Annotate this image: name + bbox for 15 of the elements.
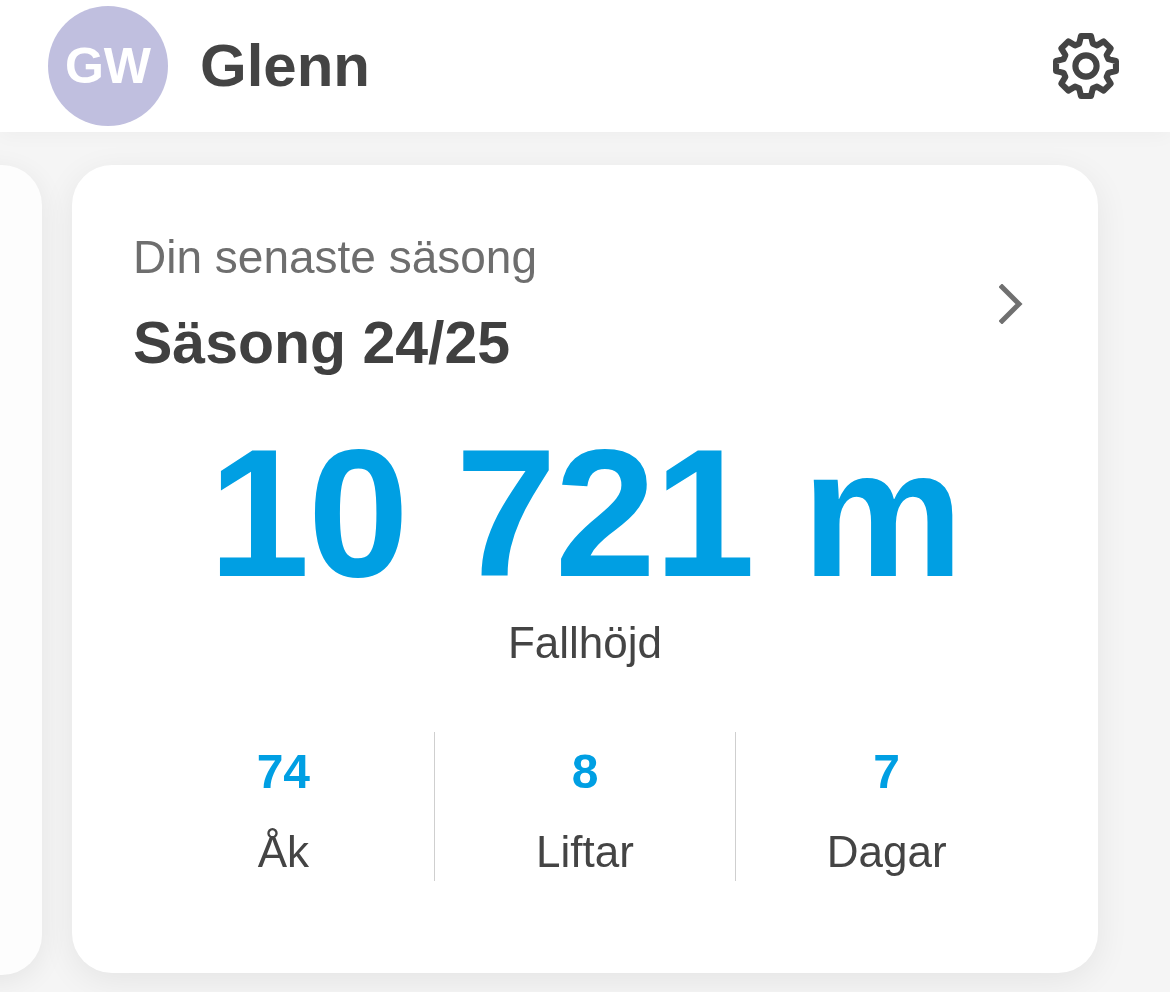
user-avatar: GW [48, 6, 168, 126]
stat-value: 7 [873, 743, 901, 800]
season-card[interactable]: Din senaste säsong Säsong 24/25 10 721 m Fallhöjd 74 Åk 8 Liftar 7 Dagar [72, 165, 1098, 973]
settings-icon[interactable] [1052, 32, 1120, 100]
stat-value: 8 [571, 743, 599, 800]
stat-label: Liftar [536, 826, 634, 879]
stat-label: Åk [257, 826, 309, 879]
card-subtitle: Din senaste säsong [133, 230, 539, 285]
vertical-drop-label: Fallhöjd [506, 617, 664, 669]
user-name: Glenn [200, 31, 370, 101]
stat-value: 74 [256, 743, 311, 800]
vertical-drop-value: 10 721 m [207, 422, 963, 604]
season-title: Säsong 24/25 [133, 309, 512, 379]
chevron-right-icon[interactable] [999, 284, 1023, 325]
stat-label: Dagar [826, 826, 947, 879]
